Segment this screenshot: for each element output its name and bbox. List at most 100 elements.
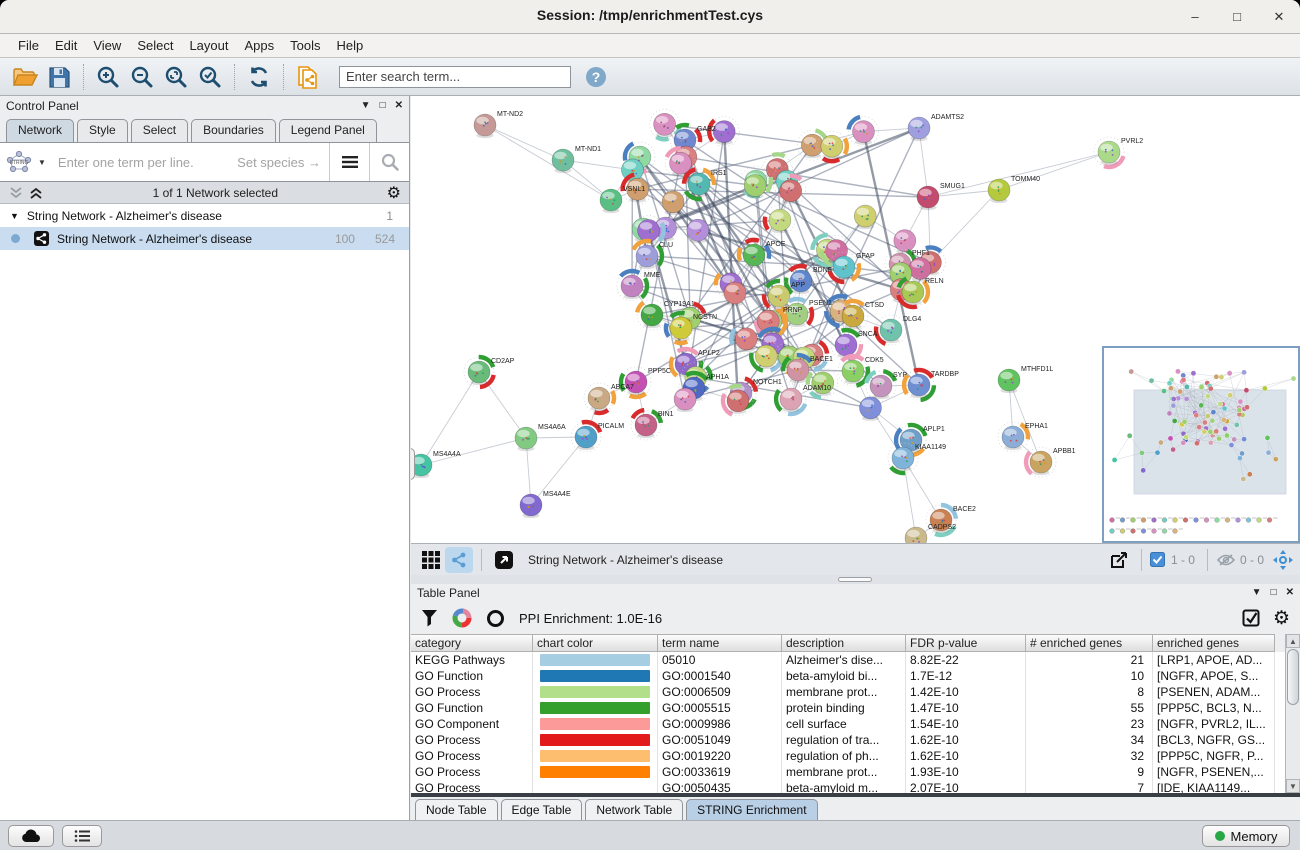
string-options-button[interactable]: [329, 143, 369, 181]
select-all-checkbox-icon[interactable]: [1242, 609, 1261, 628]
network-node[interactable]: [854, 205, 876, 229]
table-row[interactable]: GO ComponentGO:0009986cell surface1.54E-…: [411, 716, 1285, 732]
column-header-category[interactable]: category: [411, 634, 533, 652]
set-species-label[interactable]: Set species →: [237, 155, 321, 170]
network-node[interactable]: [687, 219, 709, 243]
search-input[interactable]: [339, 66, 571, 88]
network-node-MTHFD1L[interactable]: MTHFD1L: [998, 366, 1053, 393]
tab-edge-table[interactable]: Edge Table: [501, 799, 583, 821]
column-header-enriched-genes[interactable]: enriched genes: [1153, 634, 1275, 652]
help-button[interactable]: ?: [579, 62, 613, 92]
table-scrollbar[interactable]: ▲ ▼: [1285, 634, 1300, 793]
table-row[interactable]: GO ProcessGO:0033619membrane prot...1.93…: [411, 764, 1285, 780]
zoom-in-button[interactable]: [91, 62, 125, 92]
selected-checkbox-icon[interactable]: [1150, 552, 1165, 567]
ring-chart-icon[interactable]: [486, 609, 505, 628]
tree-expand-icon[interactable]: ▼: [10, 211, 19, 221]
network-node-DLG4[interactable]: DLG4: [876, 315, 921, 345]
splitter-handle[interactable]: [838, 577, 872, 582]
network-node-BIN1[interactable]: BIN1: [631, 410, 674, 440]
network-node-SYP[interactable]: SYP: [866, 371, 907, 401]
network-node[interactable]: [674, 388, 696, 412]
network-node[interactable]: [859, 397, 881, 421]
tab-boundaries[interactable]: Boundaries: [191, 119, 276, 142]
network-node-PVRL2[interactable]: PVRL2: [1094, 137, 1143, 167]
column-header--enriched-genes[interactable]: # enriched genes: [1026, 634, 1153, 652]
undock-panel-icon[interactable]: □: [380, 101, 386, 111]
network-options-gear-icon[interactable]: ⚙: [387, 183, 401, 203]
scroll-thumb[interactable]: [1287, 649, 1299, 705]
float-panel-icon[interactable]: ▼: [361, 101, 371, 111]
network-node[interactable]: [724, 282, 746, 306]
string-search-button[interactable]: [369, 143, 409, 181]
open-in-browser-button[interactable]: [490, 547, 518, 573]
menu-apps[interactable]: Apps: [237, 36, 283, 55]
table-row[interactable]: GO ProcessGO:0050435beta-amyloid m...2.0…: [411, 780, 1285, 793]
table-row[interactable]: GO ProcessGO:0051049regulation of tra...…: [411, 732, 1285, 748]
task-history-button[interactable]: [62, 825, 102, 847]
column-header-chart-color[interactable]: chart color: [533, 634, 658, 652]
close-panel-icon[interactable]: ✕: [1286, 588, 1294, 598]
network-node-PPP5C[interactable]: PPP5C: [621, 367, 671, 397]
enrichment-chart-icon[interactable]: [452, 608, 472, 628]
network-node-CD2AP[interactable]: CD2AP: [464, 357, 515, 387]
network-node-MT-ND2[interactable]: MT-ND2: [474, 111, 523, 138]
network-node-MME[interactable]: MME: [617, 271, 661, 301]
export-network-button[interactable]: [1105, 547, 1133, 573]
network-node-TOMM40[interactable]: TOMM40: [988, 176, 1040, 203]
float-panel-icon[interactable]: ▼: [1252, 588, 1262, 598]
network-node-MT-ND1[interactable]: MT-ND1: [552, 146, 601, 173]
menu-view[interactable]: View: [85, 36, 129, 55]
panel-splitter-handle[interactable]: [411, 448, 415, 480]
filter-icon[interactable]: [421, 609, 438, 627]
network-node-EPHA1[interactable]: EPHA1: [998, 422, 1048, 452]
menu-edit[interactable]: Edit: [47, 36, 85, 55]
tab-string-enrichment[interactable]: STRING Enrichment: [686, 799, 817, 821]
undock-panel-icon[interactable]: □: [1271, 588, 1277, 598]
network-from-file-button[interactable]: [291, 62, 325, 92]
network-view-button[interactable]: [445, 547, 473, 573]
scroll-down-arrow[interactable]: ▼: [1286, 779, 1300, 793]
scroll-up-arrow[interactable]: ▲: [1286, 634, 1300, 648]
minimize-button[interactable]: –: [1184, 6, 1206, 28]
horizontal-splitter[interactable]: [411, 575, 1300, 584]
collapse-all-icon[interactable]: [8, 186, 24, 200]
network-node[interactable]: [744, 175, 766, 199]
network-node-PICALM[interactable]: PICALM: [571, 422, 624, 452]
zoom-selected-button[interactable]: [193, 62, 227, 92]
open-session-button[interactable]: [8, 62, 42, 92]
tab-network-table[interactable]: Network Table: [585, 799, 683, 821]
close-panel-icon[interactable]: ✕: [395, 101, 403, 111]
tab-select[interactable]: Select: [131, 119, 188, 142]
network-node[interactable]: [808, 368, 838, 398]
menu-help[interactable]: Help: [329, 36, 372, 55]
table-row[interactable]: GO FunctionGO:0001540beta-amyloid bi...1…: [411, 668, 1285, 684]
tab-node-table[interactable]: Node Table: [415, 799, 498, 821]
hidden-eye-icon[interactable]: [1216, 553, 1236, 567]
birds-eye-view[interactable]: [1102, 346, 1300, 543]
network-node-BDNF[interactable]: BDNF: [786, 266, 832, 296]
network-node[interactable]: [776, 176, 806, 206]
menu-layout[interactable]: Layout: [181, 36, 236, 55]
menu-tools[interactable]: Tools: [282, 36, 328, 55]
network-node-MS4A4A[interactable]: MS4A4A: [411, 451, 461, 478]
network-node-SMUG1[interactable]: SMUG1: [917, 183, 965, 210]
network-collection-row[interactable]: ▼String Network - Alzheimer's disease1: [0, 204, 409, 227]
pan-compass-icon[interactable]: [1272, 549, 1294, 571]
table-row[interactable]: GO FunctionGO:0005515protein binding1.47…: [411, 700, 1285, 716]
table-row[interactable]: GO ProcessGO:0006509membrane prot...1.42…: [411, 684, 1285, 700]
memory-button[interactable]: Memory: [1202, 825, 1290, 847]
grid-view-button[interactable]: [417, 547, 445, 573]
column-header-description[interactable]: description: [782, 634, 906, 652]
network-node[interactable]: [848, 117, 878, 147]
automation-status-button[interactable]: [8, 825, 54, 847]
string-query-placeholder[interactable]: Enter one term per line.: [58, 155, 194, 170]
string-search-provider[interactable]: STRING ▼: [0, 149, 50, 175]
menu-file[interactable]: File: [10, 36, 47, 55]
table-row[interactable]: GO ProcessGO:0019220regulation of ph...1…: [411, 748, 1285, 764]
maximize-button[interactable]: □: [1226, 6, 1248, 28]
zoom-fit-button[interactable]: [159, 62, 193, 92]
network-node[interactable]: [817, 131, 847, 161]
column-header-FDR-p-value[interactable]: FDR p-value: [906, 634, 1026, 652]
network-canvas[interactable]: MT-ND2ADAMTS2GAB2PVRL2MT-ND1IRS1TOMM40SM…: [411, 96, 1300, 543]
